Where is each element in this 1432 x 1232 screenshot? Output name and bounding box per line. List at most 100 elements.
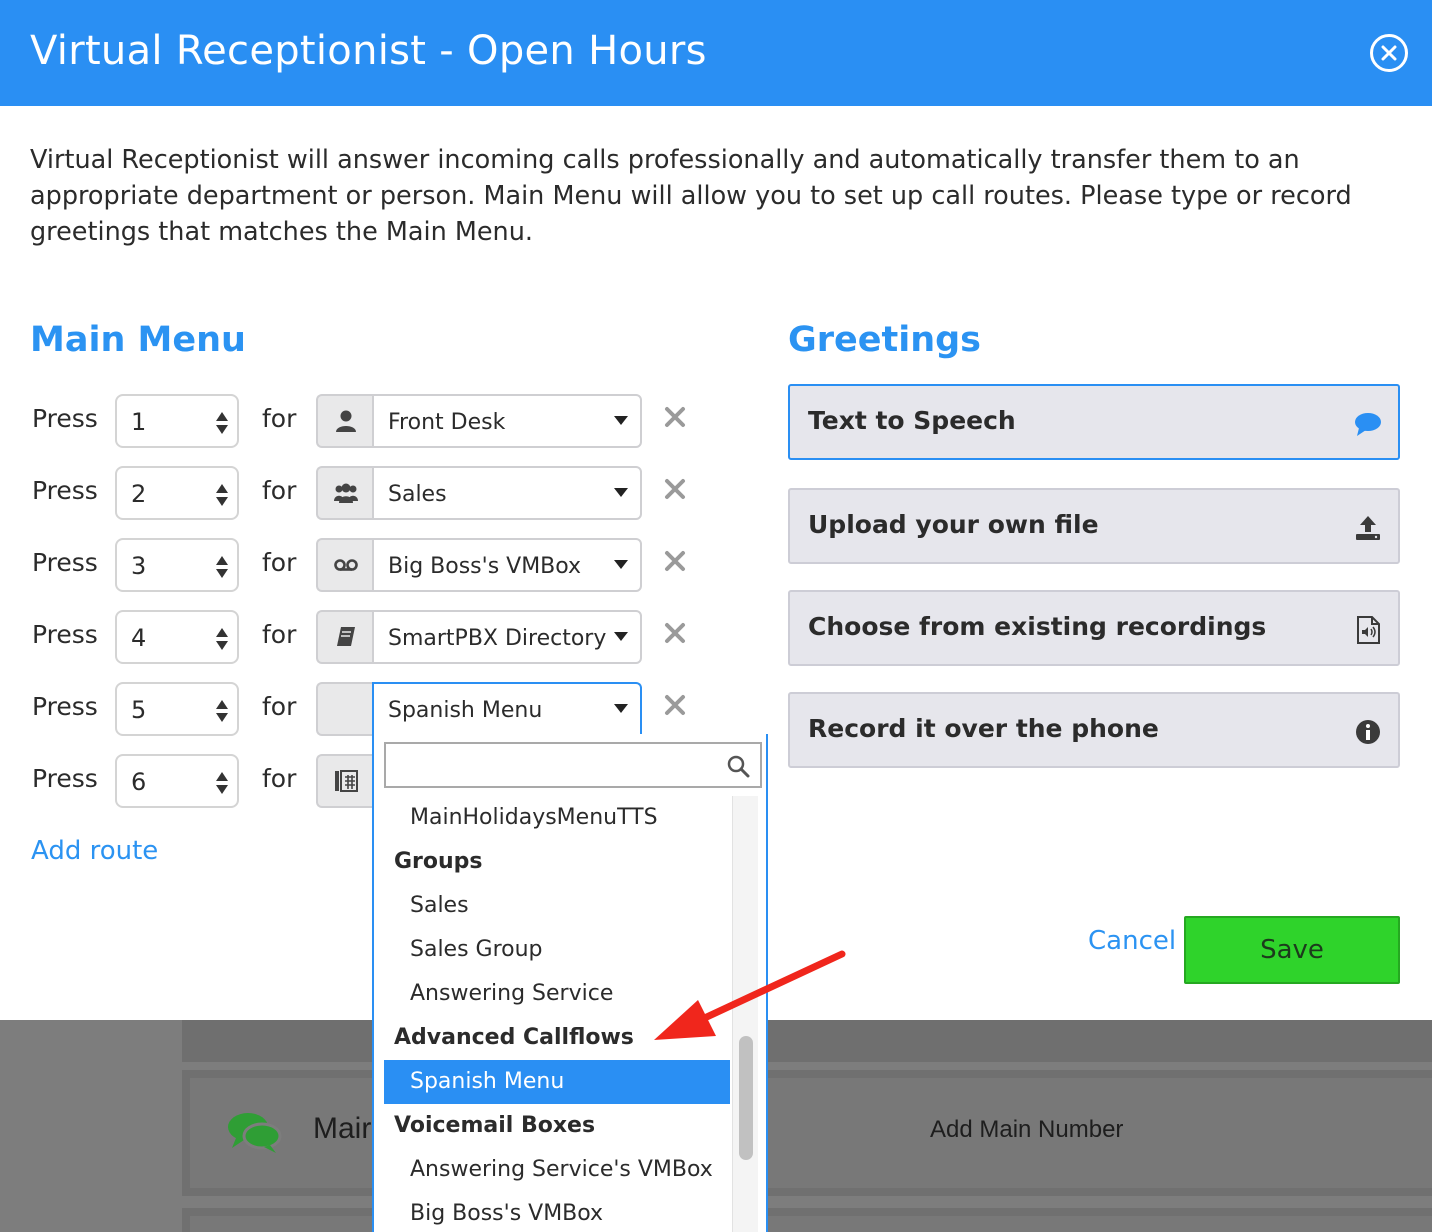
route-row-2: Press 2 for Sales bbox=[30, 466, 710, 520]
key-stepper-6[interactable]: 6 bbox=[115, 754, 239, 808]
for-label: for bbox=[262, 476, 297, 505]
key-stepper-4[interactable]: 4 bbox=[115, 610, 239, 664]
target-select-value: Sales bbox=[388, 482, 447, 507]
greeting-label: Upload your own file bbox=[808, 510, 1099, 539]
add-route-link[interactable]: Add route bbox=[31, 836, 158, 866]
target-icon-box bbox=[316, 682, 374, 736]
dropdown-search-input[interactable] bbox=[384, 742, 762, 788]
greeting-label: Text to Speech bbox=[808, 406, 1016, 435]
dropdown-group-header: Voicemail Boxes bbox=[394, 1113, 596, 1138]
key-stepper-5[interactable]: 5 bbox=[115, 682, 239, 736]
target-select-2[interactable]: Sales bbox=[372, 466, 642, 520]
audio-file-icon bbox=[1357, 616, 1380, 644]
for-label: for bbox=[262, 764, 297, 793]
route-row-3: Press 3 for Big Boss's VMBox bbox=[30, 538, 710, 592]
target-select-value: Front Desk bbox=[388, 410, 506, 435]
modal-title: Virtual Receptionist - Open Hours bbox=[30, 28, 707, 74]
group-icon bbox=[334, 483, 358, 503]
search-icon bbox=[727, 755, 750, 778]
key-stepper-1[interactable]: 1 bbox=[115, 394, 239, 448]
close-icon bbox=[1381, 45, 1397, 61]
key-value: 5 bbox=[131, 696, 147, 724]
route-row-4: Press 4 for SmartPBX Directory bbox=[30, 610, 710, 664]
for-label: for bbox=[262, 620, 297, 649]
greeting-label: Choose from existing recordings bbox=[808, 612, 1267, 641]
speech-bubble-icon bbox=[1355, 413, 1381, 436]
spinner-icon[interactable] bbox=[215, 698, 229, 724]
user-icon bbox=[336, 410, 356, 432]
target-icon-box bbox=[316, 538, 374, 592]
greeting-existing-recordings[interactable]: Choose from existing recordings bbox=[788, 590, 1400, 666]
chevron-down-icon bbox=[614, 632, 628, 641]
target-icon-box bbox=[316, 754, 374, 808]
greeting-record-over-phone[interactable]: Record it over the phone bbox=[788, 692, 1400, 768]
key-value: 3 bbox=[131, 552, 147, 580]
spinner-icon[interactable] bbox=[215, 626, 229, 652]
save-button[interactable]: Save bbox=[1184, 916, 1400, 984]
chevron-down-icon bbox=[614, 560, 628, 569]
target-select-value: Spanish Menu bbox=[388, 698, 543, 723]
target-select-5[interactable]: Spanish Menu bbox=[372, 682, 642, 736]
greeting-upload-file[interactable]: Upload your own file bbox=[788, 488, 1400, 564]
press-label: Press bbox=[32, 620, 98, 649]
key-value: 2 bbox=[131, 480, 147, 508]
greeting-text-to-speech[interactable]: Text to Speech bbox=[788, 384, 1400, 460]
scrollbar-thumb[interactable] bbox=[739, 1036, 753, 1160]
dropdown-option[interactable]: Sales bbox=[384, 884, 730, 928]
spinner-icon[interactable] bbox=[215, 482, 229, 508]
dropdown-option-selected[interactable]: Spanish Menu bbox=[384, 1060, 730, 1104]
intro-text: Virtual Receptionist will answer incomin… bbox=[30, 145, 1352, 247]
chevron-down-icon bbox=[614, 416, 628, 425]
greeting-label: Record it over the phone bbox=[808, 714, 1159, 743]
press-label: Press bbox=[32, 476, 98, 505]
key-stepper-2[interactable]: 2 bbox=[115, 466, 239, 520]
directory-icon bbox=[337, 627, 355, 646]
key-stepper-3[interactable]: 3 bbox=[115, 538, 239, 592]
remove-route-icon[interactable] bbox=[664, 694, 686, 716]
remove-route-icon[interactable] bbox=[664, 478, 686, 500]
background-card-lower bbox=[182, 1208, 1432, 1232]
target-icon-box bbox=[316, 466, 374, 520]
dropdown-option[interactable]: MainHolidaysMenuTTS bbox=[384, 796, 730, 840]
background-main-label: Mair bbox=[313, 1112, 372, 1145]
spinner-icon[interactable] bbox=[215, 554, 229, 580]
remove-route-icon[interactable] bbox=[664, 550, 686, 572]
modal-header: Virtual Receptionist - Open Hours bbox=[0, 0, 1432, 106]
spinner-icon[interactable] bbox=[215, 770, 229, 796]
voicemail-icon bbox=[334, 559, 358, 571]
chevron-down-icon bbox=[614, 704, 628, 713]
greetings-title: Greetings bbox=[788, 320, 981, 360]
route-row-5: Press 5 for Spanish Menu bbox=[30, 682, 710, 736]
dropdown-group-header: Groups bbox=[394, 849, 483, 874]
info-icon bbox=[1356, 720, 1380, 744]
target-select-3[interactable]: Big Boss's VMBox bbox=[372, 538, 642, 592]
target-select-1[interactable]: Front Desk bbox=[372, 394, 642, 448]
chat-icon bbox=[228, 1113, 282, 1153]
press-label: Press bbox=[32, 692, 98, 721]
upload-icon bbox=[1356, 516, 1380, 540]
press-label: Press bbox=[32, 404, 98, 433]
key-value: 1 bbox=[131, 408, 147, 436]
spinner-icon[interactable] bbox=[215, 410, 229, 436]
main-menu-title: Main Menu bbox=[30, 320, 246, 360]
for-label: for bbox=[262, 692, 297, 721]
target-icon-box bbox=[316, 610, 374, 664]
target-select-value: SmartPBX Directory bbox=[388, 626, 607, 651]
fax-icon bbox=[335, 770, 358, 792]
close-button[interactable] bbox=[1370, 34, 1408, 72]
dropdown-option[interactable]: Answering Service's VMBox bbox=[384, 1148, 730, 1192]
remove-route-icon[interactable] bbox=[664, 622, 686, 644]
press-label: Press bbox=[32, 548, 98, 577]
key-value: 6 bbox=[131, 768, 147, 796]
add-main-number-link: Add Main Number bbox=[930, 1116, 1124, 1143]
for-label: for bbox=[262, 404, 297, 433]
target-icon-box bbox=[316, 394, 374, 448]
route-row-1: Press 1 for Front Desk bbox=[30, 394, 710, 448]
chevron-down-icon bbox=[614, 488, 628, 497]
cancel-button[interactable]: Cancel bbox=[1088, 926, 1176, 956]
dropdown-option[interactable]: Big Boss's VMBox bbox=[384, 1192, 730, 1232]
remove-route-icon[interactable] bbox=[664, 406, 686, 428]
press-label: Press bbox=[32, 764, 98, 793]
annotation-arrow-icon bbox=[654, 950, 846, 1040]
target-select-4[interactable]: SmartPBX Directory bbox=[372, 610, 642, 664]
